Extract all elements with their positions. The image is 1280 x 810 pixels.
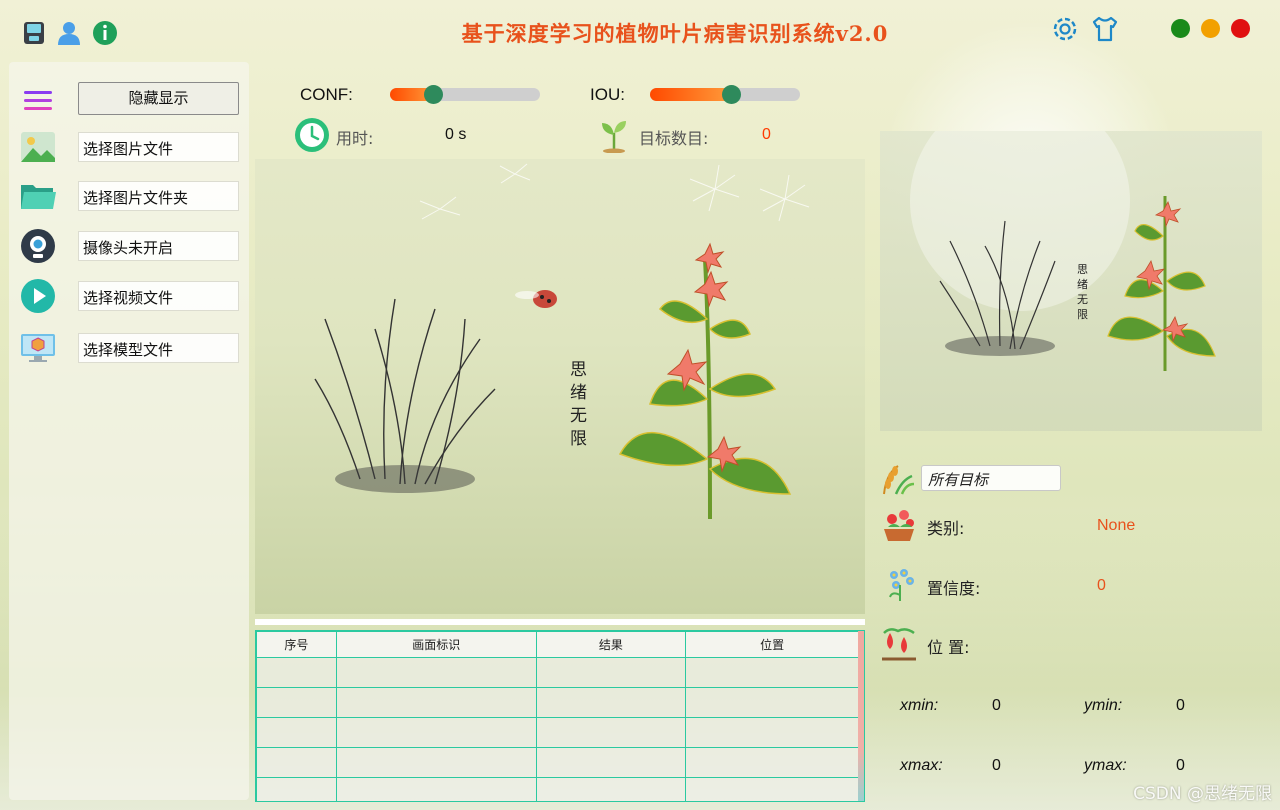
image-file-icon (21, 132, 55, 162)
position-label: 位 置: (927, 638, 970, 657)
target-filter-select[interactable]: 所有目标 (921, 465, 1061, 491)
ymin-value: 0 (1176, 697, 1185, 714)
xmin-label: xmin: (900, 697, 939, 714)
column-header-position[interactable]: 位置 (685, 631, 859, 658)
app-title: 基于深度学习的植物叶片病害识别系统v2.0 (461, 21, 889, 46)
iou-slider-handle[interactable] (721, 85, 741, 104)
sidebar-item-image-folder[interactable]: 选择图片文件夹 (19, 177, 239, 211)
play-video-icon (21, 279, 55, 313)
elapsed-time-value: 0 s (445, 126, 467, 143)
settings-gear-icon[interactable] (1050, 14, 1080, 44)
main-scene-art (314, 163, 810, 520)
column-header-index[interactable]: 序号 (256, 631, 337, 658)
save-icon[interactable] (21, 20, 47, 46)
thumbnail-scene-art (910, 131, 1216, 371)
confidence-label: 置信度: (927, 579, 981, 598)
clock-icon (295, 118, 329, 152)
conf-label: CONF: (300, 85, 353, 104)
blue-flower-icon (889, 569, 914, 601)
sprout-icon (602, 121, 626, 153)
thumbnail-image-view: 思绪无限 (880, 131, 1262, 431)
table-scrollbar[interactable] (858, 631, 864, 801)
model-monitor-icon (21, 334, 55, 362)
sidebar-item-model[interactable]: 选择模型文件 (19, 329, 239, 363)
iou-slider[interactable] (650, 85, 800, 104)
window-minimize-button[interactable] (1201, 19, 1220, 38)
select-image-folder-button[interactable]: 选择图片文件夹 (78, 181, 239, 211)
column-header-result[interactable]: 结果 (535, 631, 687, 658)
menu-hamburger-icon[interactable] (19, 82, 57, 120)
ymin-label: ymin: (1084, 697, 1123, 714)
main-calligraphy-text: 思绪无限 (570, 360, 587, 449)
conf-slider-handle[interactable] (424, 85, 443, 104)
sidebar-item-video[interactable]: 选择视频文件 (19, 277, 239, 313)
table-row[interactable] (256, 717, 859, 748)
xmin-value: 0 (992, 697, 1001, 714)
iou-slider-fill (650, 88, 731, 101)
window-maximize-button[interactable] (1171, 19, 1190, 38)
camera-status-button[interactable]: 摄像头未开启 (78, 231, 239, 261)
thumbnail-calligraphy-text: 思绪无限 (1077, 263, 1088, 321)
camera-icon (21, 229, 55, 263)
xmax-value: 0 (992, 757, 1001, 774)
target-count-label: 目标数目: (639, 129, 709, 148)
sidebar-item-image-file[interactable]: 选择图片文件 (19, 128, 239, 162)
table-row[interactable] (256, 777, 859, 801)
table-row[interactable] (256, 747, 859, 778)
wheat-target-icon (883, 465, 915, 495)
target-count-value: 0 (762, 126, 771, 143)
select-model-file-button[interactable]: 选择模型文件 (78, 333, 239, 363)
watermark: CSDN @思绪无限 (1133, 784, 1272, 804)
view-divider (255, 619, 865, 625)
table-row[interactable] (256, 687, 859, 718)
skin-shirt-icon[interactable] (1090, 14, 1120, 44)
ymax-value: 0 (1176, 757, 1185, 774)
ymax-label: ymax: (1084, 757, 1127, 774)
info-icon[interactable] (92, 20, 118, 46)
results-table[interactable]: 序号 画面标识 结果 位置 (255, 630, 865, 802)
elapsed-time-label: 用时: (336, 129, 374, 148)
window-close-button[interactable] (1231, 19, 1250, 38)
select-video-file-button[interactable]: 选择视频文件 (78, 281, 239, 311)
main-image-view: 思绪无限 (255, 159, 865, 614)
select-image-file-button[interactable]: 选择图片文件 (78, 132, 239, 162)
strawberry-plant-icon (882, 628, 916, 661)
sidebar: 隐藏显示 选择图片文件 选择图片文件夹 摄像头未开启 选择视频文件 选择模型文件 (9, 62, 249, 800)
column-header-frame[interactable]: 画面标识 (335, 631, 537, 658)
confidence-value: 0 (1097, 577, 1106, 594)
sidebar-item-camera[interactable]: 摄像头未开启 (19, 227, 239, 263)
folder-icon (21, 185, 56, 209)
class-value: None (1097, 517, 1136, 534)
xmax-label: xmax: (900, 757, 943, 774)
conf-slider[interactable] (390, 85, 540, 104)
class-label: 类别: (927, 519, 965, 538)
flower-pot-icon (884, 510, 914, 541)
iou-label: IOU: (590, 85, 625, 104)
toggle-sidebar-button[interactable]: 隐藏显示 (78, 82, 239, 115)
table-row[interactable] (256, 657, 859, 688)
user-icon[interactable] (56, 20, 82, 46)
sidebar-toggle-row: 隐藏显示 (19, 82, 239, 116)
